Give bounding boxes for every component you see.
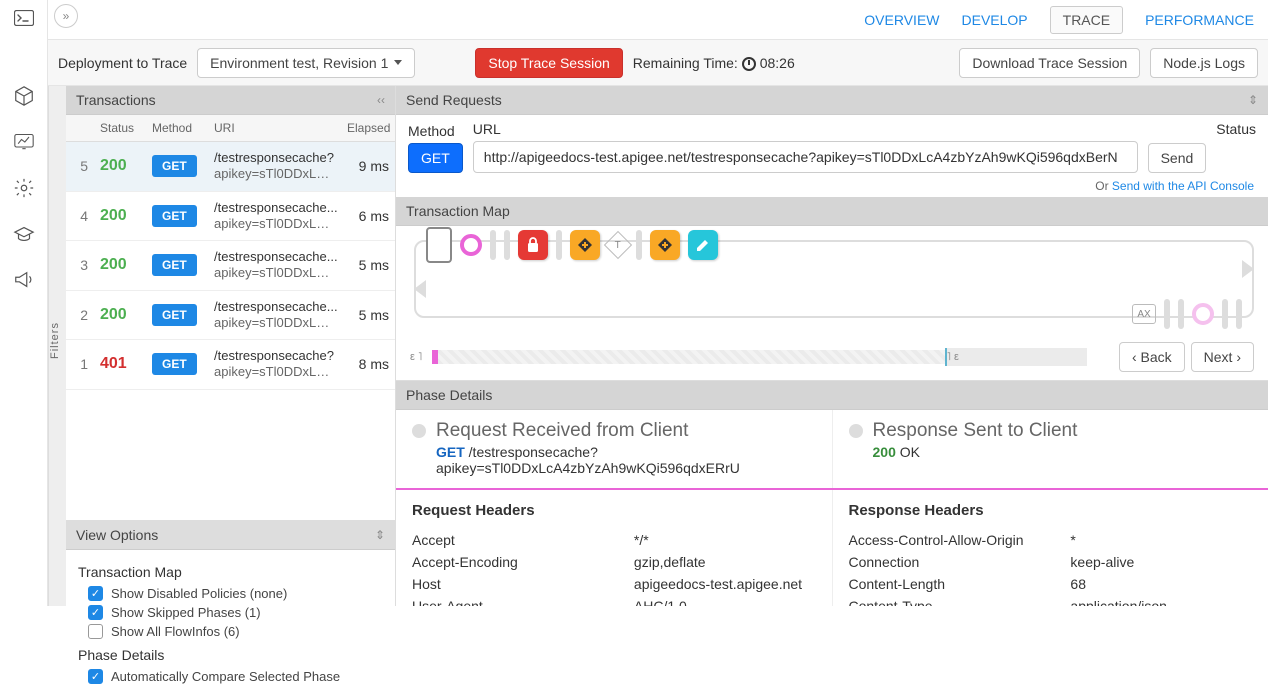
epsilon-left: ε ˥ bbox=[410, 351, 422, 363]
api-console-link[interactable]: Send with the API Console bbox=[1112, 179, 1254, 193]
analytics-icon[interactable] bbox=[12, 130, 36, 154]
download-trace-button[interactable]: Download Trace Session bbox=[959, 48, 1140, 78]
arrow-forward-icon bbox=[1242, 260, 1254, 278]
view-options-header[interactable]: View Options ⇕ bbox=[66, 521, 395, 550]
filters-tab[interactable]: Filters bbox=[48, 86, 66, 606]
transaction-map: T AX bbox=[396, 226, 1268, 330]
transaction-row[interactable]: 3200GET/testresponsecache...apikey=sTl0D… bbox=[66, 241, 395, 291]
transaction-map-header: Transaction Map bbox=[396, 197, 1268, 226]
send-button[interactable]: Send bbox=[1148, 143, 1207, 173]
phase-response-line: 200 OK bbox=[873, 444, 1253, 460]
phase-response-title: Response Sent to Client bbox=[849, 420, 1253, 442]
transaction-row[interactable]: 1401GET/testresponsecache?apikey=sTl0DDx… bbox=[66, 340, 395, 390]
arrow-back-icon bbox=[414, 280, 426, 298]
terminal-icon[interactable] bbox=[12, 6, 36, 30]
condition-icon[interactable]: T bbox=[604, 231, 632, 259]
tab-trace[interactable]: TRACE bbox=[1050, 6, 1123, 34]
header-row: Content-Typeapplication/json bbox=[849, 595, 1253, 606]
send-requests-header: Send Requests ⇕ bbox=[396, 86, 1268, 115]
policy-assign2-icon[interactable] bbox=[650, 230, 680, 260]
status-label: Status bbox=[1216, 121, 1256, 137]
next-button[interactable]: Next › bbox=[1191, 342, 1254, 372]
deployment-label: Deployment to Trace bbox=[58, 55, 187, 71]
policy-assign-icon[interactable] bbox=[570, 230, 600, 260]
env-dropdown[interactable]: Environment test, Revision 1 bbox=[197, 48, 415, 78]
phase-request-line: GET /testresponsecache? apikey=sTl0DDxLc… bbox=[436, 444, 816, 476]
header-row: Access-Control-Allow-Origin* bbox=[849, 529, 1253, 551]
learn-icon[interactable] bbox=[12, 222, 36, 246]
method-select[interactable]: GET bbox=[408, 143, 463, 173]
vo-map-label: Transaction Map bbox=[78, 564, 383, 580]
toolbar: Deployment to Trace Environment test, Re… bbox=[48, 40, 1268, 86]
vo-phase-label: Phase Details bbox=[78, 647, 383, 663]
left-rail: » bbox=[0, 0, 48, 606]
opt-autocompare[interactable]: ✓Automatically Compare Selected Phase bbox=[78, 667, 383, 686]
request-headers-table: Accept*/*Accept-Encodinggzip,deflateHost… bbox=[412, 529, 816, 606]
expand-icon[interactable]: ⇕ bbox=[375, 528, 385, 542]
client-icon[interactable] bbox=[426, 227, 452, 263]
analytics-marker-icon[interactable]: AX bbox=[1132, 304, 1156, 324]
header-row: User-AgentAHC/1.0 bbox=[412, 595, 816, 606]
header-row: Content-Length68 bbox=[849, 573, 1253, 595]
gear-icon[interactable] bbox=[12, 176, 36, 200]
header-row: Connectionkeep-alive bbox=[849, 551, 1253, 573]
rail-expand-icon[interactable]: » bbox=[54, 4, 78, 28]
expand-icon[interactable]: ⇕ bbox=[1248, 93, 1258, 107]
tab-overview[interactable]: OVERVIEW bbox=[864, 12, 939, 28]
tab-performance[interactable]: PERFORMANCE bbox=[1145, 12, 1254, 28]
phase-details-header: Phase Details bbox=[396, 381, 1268, 410]
chevron-down-icon bbox=[394, 60, 402, 65]
policy-verify-key-icon[interactable] bbox=[518, 230, 548, 260]
transaction-row[interactable]: 2200GET/testresponsecache...apikey=sTl0D… bbox=[66, 291, 395, 341]
collapse-left-icon[interactable]: ‹‹ bbox=[377, 93, 385, 107]
transaction-row[interactable]: 4200GET/testresponsecache...apikey=sTl0D… bbox=[66, 192, 395, 242]
transaction-row[interactable]: 5200GET/testresponsecache?apikey=sTl0DDx… bbox=[66, 142, 395, 192]
top-nav: OVERVIEW DEVELOP TRACE PERFORMANCE bbox=[48, 0, 1268, 40]
opt-disabled[interactable]: ✓Show Disabled Policies (none) bbox=[78, 584, 383, 603]
url-label: URL bbox=[473, 121, 1138, 137]
timeline-bar[interactable] bbox=[432, 350, 1087, 364]
policy-edit-icon[interactable] bbox=[688, 230, 718, 260]
request-start-marker[interactable] bbox=[460, 234, 482, 256]
response-marker[interactable] bbox=[1192, 303, 1214, 325]
megaphone-icon[interactable] bbox=[12, 268, 36, 292]
response-headers-table: Access-Control-Allow-Origin*Connectionke… bbox=[849, 529, 1253, 606]
header-row: Accept*/* bbox=[412, 529, 816, 551]
phase-request-title: Request Received from Client bbox=[412, 420, 816, 442]
header-row: Accept-Encodinggzip,deflate bbox=[412, 551, 816, 573]
response-headers-title: Response Headers bbox=[849, 502, 1253, 519]
url-input[interactable] bbox=[473, 141, 1138, 173]
transactions-columns: Status Method URI Elapsed bbox=[66, 115, 395, 142]
transactions-header: Transactions ‹‹ bbox=[66, 86, 395, 115]
tab-develop[interactable]: DEVELOP bbox=[962, 12, 1028, 28]
clock-icon bbox=[742, 57, 756, 71]
package-icon[interactable] bbox=[12, 84, 36, 108]
header-row: Hostapigeedocs-test.apigee.net bbox=[412, 573, 816, 595]
stop-trace-button[interactable]: Stop Trace Session bbox=[475, 48, 622, 78]
api-console-link-row: Or Send with the API Console bbox=[396, 177, 1268, 197]
opt-flowinfos[interactable]: Show All FlowInfos (6) bbox=[78, 622, 383, 641]
nodejs-logs-button[interactable]: Node.js Logs bbox=[1150, 48, 1258, 78]
epsilon-right: ˥ ε bbox=[947, 351, 959, 363]
remaining-time-label: Remaining Time: 08:26 bbox=[633, 55, 795, 71]
request-headers-title: Request Headers bbox=[412, 502, 816, 519]
method-label: Method bbox=[408, 123, 463, 139]
back-button[interactable]: ‹ Back bbox=[1119, 342, 1185, 372]
